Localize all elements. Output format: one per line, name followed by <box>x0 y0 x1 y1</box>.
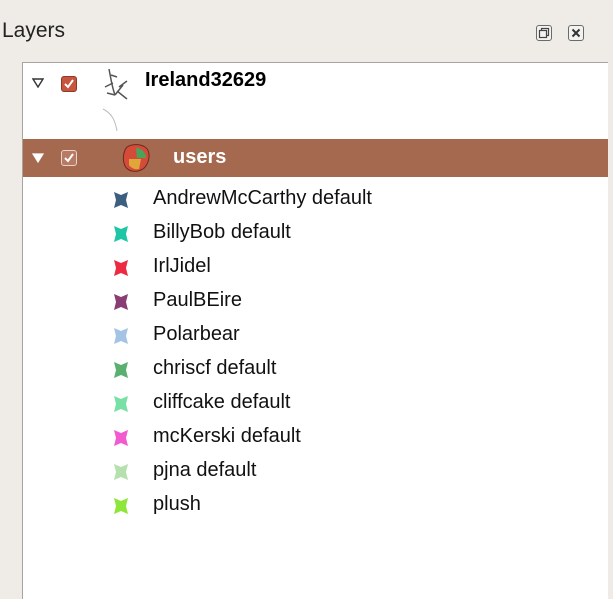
legend-item-label: cliffcake default <box>153 391 291 413</box>
polygon-symbol-icon <box>114 362 128 378</box>
polygon-symbol-icon <box>114 294 128 310</box>
line-layer-icon <box>102 68 128 132</box>
layer-name: Ireland32629 <box>145 69 267 91</box>
close-icon <box>571 28 581 38</box>
legend-item[interactable]: mcKerski default <box>23 419 610 453</box>
check-icon <box>64 153 74 163</box>
polygon-layer-icon <box>122 144 150 172</box>
polygon-symbol-icon <box>114 328 128 344</box>
legend-item[interactable]: plush <box>23 487 610 521</box>
polygon-symbol-icon <box>114 192 128 208</box>
legend-item-label: Polarbear <box>153 323 240 345</box>
layer-row-ireland32629[interactable]: Ireland32629 <box>23 63 610 132</box>
polygon-symbol-icon <box>114 260 128 276</box>
legend-item-label: BillyBob default <box>153 221 291 243</box>
float-icon <box>538 27 550 39</box>
check-icon <box>64 79 74 89</box>
legend-item-label: chriscf default <box>153 357 277 379</box>
polygon-symbol-icon <box>114 226 128 242</box>
polygon-symbol-icon <box>114 464 128 480</box>
polygon-symbol-icon <box>114 498 128 514</box>
legend-item-label: PaulBEire <box>153 289 242 311</box>
float-panel-button[interactable] <box>536 25 552 41</box>
legend-item-label: plush <box>153 493 201 515</box>
legend-item-label: mcKerski default <box>153 425 301 447</box>
layer-row-users[interactable]: users <box>23 139 610 177</box>
panel-edge <box>608 62 613 599</box>
polygon-symbol-icon <box>114 430 128 446</box>
legend-item[interactable]: IrlJidel <box>23 249 610 283</box>
legend-item[interactable]: cliffcake default <box>23 385 610 419</box>
legend-item-label: IrlJidel <box>153 255 211 277</box>
legend-item[interactable]: AndrewMcCarthy default <box>23 181 610 215</box>
legend-item-label: AndrewMcCarthy default <box>153 187 372 209</box>
legend-item[interactable]: pjna default <box>23 453 610 487</box>
layers-tree[interactable]: Ireland32629 users AndrewMcCarthy defaul… <box>22 62 610 599</box>
legend-item[interactable]: PaulBEire <box>23 283 610 317</box>
legend-item[interactable]: chriscf default <box>23 351 610 385</box>
expand-arrow-icon[interactable] <box>32 78 44 88</box>
layers-panel-header: Layers <box>0 0 613 62</box>
layer-name: users <box>173 146 227 168</box>
legend-item[interactable]: Polarbear <box>23 317 610 351</box>
expand-arrow-icon[interactable] <box>32 153 44 163</box>
legend-item[interactable]: BillyBob default <box>23 215 610 249</box>
layer-visibility-checkbox[interactable] <box>61 76 77 92</box>
legend-item-label: pjna default <box>153 459 257 481</box>
panel-title: Layers <box>2 19 66 42</box>
close-panel-button[interactable] <box>568 25 584 41</box>
layer-visibility-checkbox[interactable] <box>61 150 77 166</box>
polygon-symbol-icon <box>114 396 128 412</box>
